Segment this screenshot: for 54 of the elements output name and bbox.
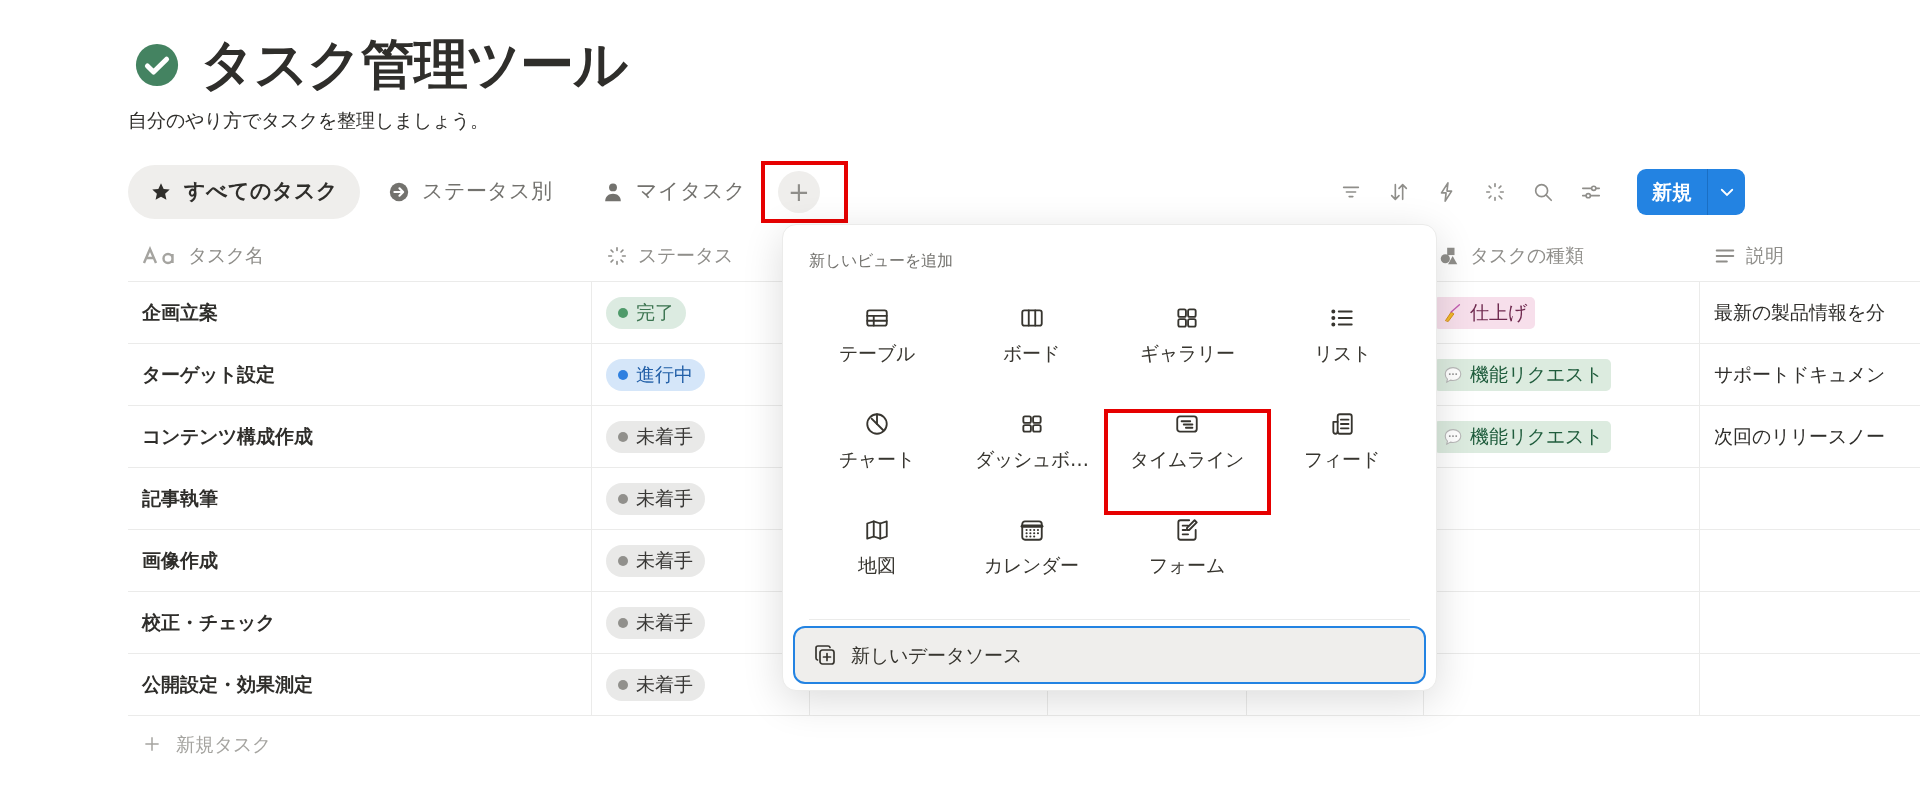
check-circle-icon bbox=[134, 42, 180, 88]
pie-chart-icon bbox=[863, 410, 890, 437]
view-type-option[interactable]: フォーム bbox=[1109, 495, 1265, 601]
page-title: タスク管理ツール bbox=[200, 32, 627, 98]
table-cell-text: ターゲット設定 bbox=[142, 362, 275, 388]
type-tag: 機能リクエスト bbox=[1434, 420, 1611, 453]
column-header: タスクの種類 bbox=[1470, 243, 1584, 269]
person-icon bbox=[602, 181, 624, 203]
status-tag: 未着手 bbox=[606, 668, 705, 701]
new-data-source-button[interactable]: 新しいデータソース bbox=[793, 626, 1426, 684]
arrow-circle-icon bbox=[388, 181, 410, 203]
type-tag: 仕上げ bbox=[1434, 296, 1535, 329]
feed-icon bbox=[1329, 410, 1356, 437]
table-cell-text: 最新の製品情報を分 bbox=[1714, 300, 1885, 326]
view-tab[interactable]: すべてのタスク bbox=[128, 165, 360, 219]
view-type-option[interactable]: ギャラリー bbox=[1109, 283, 1265, 389]
column-header: タスク名 bbox=[188, 243, 264, 269]
table-cell-text: 記事執筆 bbox=[142, 486, 218, 512]
column-header: 説明 bbox=[1746, 243, 1784, 269]
view-type-option[interactable]: 地図 bbox=[799, 495, 955, 601]
type-tag: 機能リクエスト bbox=[1434, 358, 1611, 391]
view-type-option[interactable]: タイムライン bbox=[1109, 389, 1265, 495]
view-tab[interactable]: マイタスク bbox=[580, 165, 768, 219]
table-cell-text: 企画立案 bbox=[142, 300, 218, 326]
view-tab[interactable]: ステータス別 bbox=[366, 165, 574, 219]
status-tag: 進行中 bbox=[606, 358, 705, 391]
search-icon[interactable] bbox=[1532, 181, 1554, 203]
status-tag: 未着手 bbox=[606, 420, 705, 453]
column-header: ステータス bbox=[638, 243, 733, 269]
table-cell-text: 画像作成 bbox=[142, 548, 218, 574]
form-icon bbox=[1174, 516, 1201, 543]
sort-icon[interactable] bbox=[1388, 181, 1410, 203]
status-tag: 未着手 bbox=[606, 544, 705, 577]
menu-heading: 新しいビューを追加 bbox=[808, 250, 954, 272]
view-type-option[interactable]: ダッシュボ… bbox=[954, 389, 1110, 495]
add-copy-icon bbox=[813, 643, 837, 667]
view-type-option[interactable]: カレンダー bbox=[954, 495, 1110, 601]
table-cell-text: 校正・チェック bbox=[142, 610, 275, 636]
status-tag: 未着手 bbox=[606, 482, 705, 515]
table-cell-text: 公開設定・効果測定 bbox=[142, 672, 313, 698]
status-tag: 完了 bbox=[606, 296, 686, 329]
table-cell-text: 次回のリリースノー bbox=[1714, 424, 1885, 450]
plus-icon bbox=[142, 734, 162, 754]
page-subtitle: 自分のやり方でタスクを整理しましょう。 bbox=[128, 108, 490, 133]
sparkle-icon[interactable] bbox=[1484, 181, 1506, 203]
table-cell-text: サポートドキュメン bbox=[1714, 362, 1885, 388]
view-type-option[interactable]: ボード bbox=[954, 283, 1110, 389]
view-type-option[interactable]: リスト bbox=[1264, 283, 1420, 389]
status-tag: 未着手 bbox=[606, 606, 705, 639]
view-type-option[interactable]: フィード bbox=[1264, 389, 1420, 495]
loading-icon bbox=[606, 244, 628, 267]
view-type-option[interactable]: チャート bbox=[799, 389, 955, 495]
table-cell-text: コンテンツ構成作成 bbox=[142, 424, 313, 450]
view-type-option[interactable]: テーブル bbox=[799, 283, 955, 389]
